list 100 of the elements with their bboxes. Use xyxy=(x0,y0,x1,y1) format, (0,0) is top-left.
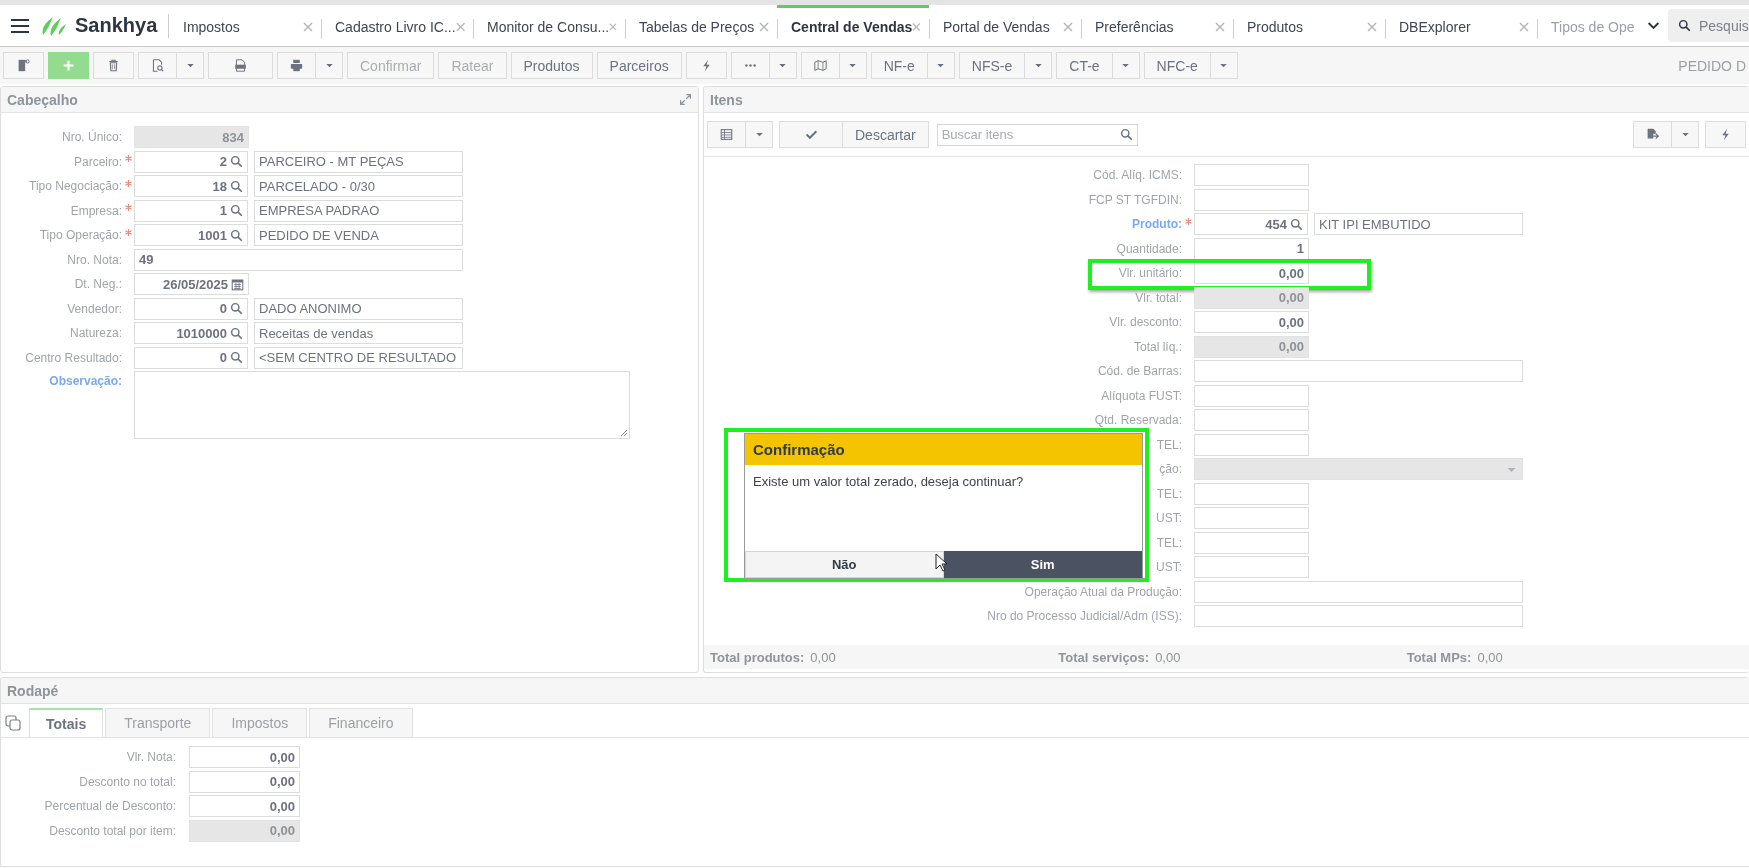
confirm-button[interactable] xyxy=(779,121,843,148)
input-field[interactable] xyxy=(1194,580,1523,603)
description-field[interactable]: KIT IPI EMBUTIDO xyxy=(1314,213,1523,235)
dropdown-button[interactable] xyxy=(746,121,773,148)
input-field[interactable]: 1 xyxy=(1194,237,1309,260)
lookup-field[interactable]: 18 xyxy=(134,175,248,197)
close-icon[interactable] xyxy=(912,22,921,32)
lookup-field[interactable]: 454 xyxy=(1194,213,1308,235)
input-field[interactable]: 0,00 xyxy=(189,746,300,768)
description-field[interactable]: PARCELADO - 0/30 xyxy=(254,175,463,197)
discard-button[interactable]: Descartar xyxy=(843,121,929,148)
description-field[interactable]: PEDIDO DE VENDA xyxy=(254,224,463,246)
toolbar-button[interactable]: NFC-e xyxy=(1143,52,1211,79)
input-field[interactable] xyxy=(1194,507,1309,529)
toolbar-button[interactable]: CT-e xyxy=(1056,52,1113,79)
toolbar-button[interactable] xyxy=(138,52,177,79)
close-icon[interactable] xyxy=(609,22,617,32)
toolbar-button[interactable] xyxy=(93,52,134,79)
menu-button[interactable] xyxy=(10,17,30,34)
description-field[interactable]: Receitas de vendas xyxy=(254,322,463,344)
input-field[interactable] xyxy=(1194,531,1309,554)
toolbar-button[interactable] xyxy=(277,52,316,79)
dropdown-button[interactable] xyxy=(769,52,797,79)
input-field[interactable] xyxy=(1194,556,1309,578)
input-field[interactable] xyxy=(1194,164,1309,186)
field-label: TEL: xyxy=(1156,486,1182,501)
panel-title: Itens xyxy=(710,91,743,108)
dropdown-button[interactable] xyxy=(1112,52,1140,79)
close-icon[interactable] xyxy=(1367,22,1377,32)
input-field[interactable]: 0,00 xyxy=(1194,311,1309,333)
description-field[interactable]: <SEM CENTRO DE RESULTADO xyxy=(254,346,463,369)
field-label: TEL: xyxy=(1156,535,1182,550)
tab[interactable]: Totais xyxy=(29,708,104,737)
field-label: Produto: xyxy=(1132,217,1182,231)
input-field[interactable] xyxy=(1194,384,1309,407)
export-document-icon xyxy=(1646,128,1659,141)
toolbar-button[interactable] xyxy=(3,52,44,79)
toolbar-button[interactable] xyxy=(208,52,273,79)
field-label: ção: xyxy=(1159,462,1182,476)
field-label: Vlr. unitário: xyxy=(1118,266,1182,280)
input-field[interactable] xyxy=(1194,482,1309,505)
date-field[interactable]: 26/05/2025 xyxy=(134,273,249,295)
copy-icon[interactable] xyxy=(5,715,21,731)
lookup-field[interactable]: 1 xyxy=(134,199,248,222)
input-field[interactable] xyxy=(1194,360,1523,382)
check-icon xyxy=(804,128,818,141)
dropdown-button[interactable] xyxy=(316,52,343,79)
dialog-button[interactable]: Sim xyxy=(943,551,1142,578)
description-field[interactable]: DADO ANONIMO xyxy=(254,297,463,320)
toolbar-button[interactable] xyxy=(1633,121,1672,148)
toolbar-button[interactable] xyxy=(800,52,840,79)
tab[interactable]: Impostos xyxy=(212,708,308,737)
field-label: Nro. Único: xyxy=(61,130,122,144)
tab[interactable]: Financeiro xyxy=(309,708,413,737)
field-label: Nro. Nota: xyxy=(67,252,122,267)
dropdown-button[interactable] xyxy=(177,52,204,79)
text-area[interactable] xyxy=(134,371,630,439)
dropdown-button[interactable] xyxy=(1025,52,1053,79)
input-field[interactable] xyxy=(1194,188,1309,211)
input-field[interactable] xyxy=(1194,605,1523,627)
toolbar-button[interactable]: Produtos xyxy=(510,52,593,79)
lookup-field[interactable]: 2 xyxy=(134,150,248,173)
toolbar-button[interactable]: Parceiros xyxy=(596,52,682,79)
field-label: Tipo Negociação: xyxy=(29,179,122,193)
field-label: Parceiro: xyxy=(73,154,122,169)
field-label: Alíquota FUST: xyxy=(1101,388,1182,403)
lookup-field[interactable]: 1001 xyxy=(134,224,248,246)
input-field[interactable]: 0,00 xyxy=(189,770,300,793)
lookup-field[interactable]: 0 xyxy=(134,346,248,369)
close-icon[interactable] xyxy=(759,22,769,32)
search-icon xyxy=(230,351,243,364)
tab[interactable]: Transporte xyxy=(105,708,211,737)
dropdown-button[interactable] xyxy=(927,52,955,79)
search-icon xyxy=(230,179,243,193)
close-icon[interactable] xyxy=(1519,22,1529,32)
toolbar-button[interactable]: NFS-e xyxy=(958,52,1026,79)
description-field[interactable]: PARCEIRO - MT PEÇAS xyxy=(254,150,463,173)
dropdown-button[interactable] xyxy=(839,52,867,79)
input-field[interactable]: 0,00 xyxy=(189,795,300,817)
description-field[interactable]: EMPRESA PADRAO xyxy=(254,199,463,222)
expand-icon[interactable] xyxy=(679,93,692,106)
close-icon[interactable] xyxy=(455,22,465,32)
total-value: 0,00 xyxy=(1477,649,1503,665)
close-icon[interactable] xyxy=(303,22,313,32)
close-icon[interactable] xyxy=(1215,22,1225,32)
lookup-field[interactable]: 1010000 xyxy=(134,322,248,344)
dropdown-button[interactable] xyxy=(1210,52,1238,79)
dialog-button[interactable]: Não xyxy=(745,551,944,578)
input-field[interactable] xyxy=(1194,409,1309,431)
toolbar-button[interactable]: NF-e xyxy=(870,52,928,79)
input-field[interactable]: 49 xyxy=(134,248,463,271)
input-field[interactable]: 0,00 xyxy=(1194,262,1309,284)
grid-view-button[interactable] xyxy=(707,121,746,148)
input-field[interactable] xyxy=(1194,433,1309,456)
close-icon[interactable] xyxy=(1063,22,1073,32)
search-field[interactable]: Pesquis xyxy=(1668,9,1749,42)
dropdown-button[interactable] xyxy=(1672,121,1699,148)
lookup-field[interactable]: 0 xyxy=(134,297,248,320)
dialog-message: Existe um valor total zerado, deseja continuar? xyxy=(745,465,1142,551)
search-field[interactable]: Buscar itens xyxy=(936,123,1138,146)
